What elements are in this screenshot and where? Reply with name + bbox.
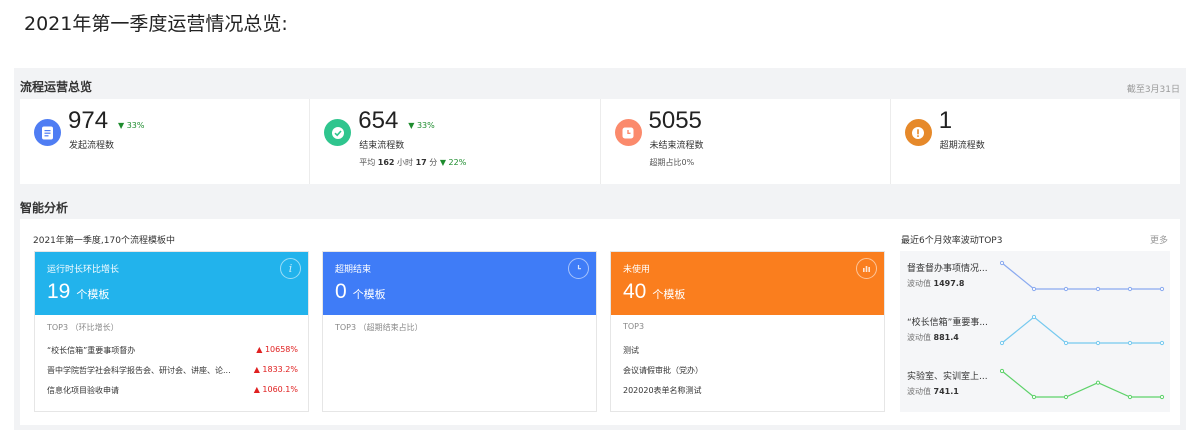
sparkline-point (1031, 394, 1037, 400)
overview-stats: 974 ▼ 33% 发起流程数 654 ▼ 33% 结束流程数 平均 162 小… (20, 99, 1180, 184)
sparkline-point (1127, 394, 1133, 400)
trend-item[interactable]: “校长信箱”重要事... 波动值 881.4 (900, 305, 1170, 357)
trend-wave-value: 波动值 881.4 (907, 333, 959, 342)
top3-title: 最近6个月效率波动TOP3 (901, 236, 1003, 246)
card-runtime-growth[interactable]: 运行时长环比增长 19 个模板 i TOP3 （环比增长） “校长信箱”重要事项督… (34, 251, 309, 412)
card-header: 超期结束 0 个模板 (323, 252, 596, 315)
card-title: 运行时长环比增长 (47, 265, 120, 275)
clock-icon (568, 258, 589, 279)
date-note: 截至3月31日 (1126, 85, 1180, 95)
list-item[interactable]: 信息化项目验收申请 ▲ 1060.1% (47, 385, 298, 396)
trend-wave-value: 波动值 1497.8 (907, 279, 965, 288)
sparkline-point (1159, 340, 1165, 346)
card-value: 40 个模板 (623, 280, 686, 303)
stat-change: ▼ 33% (408, 121, 435, 130)
alert-icon (904, 119, 932, 146)
card-header: 运行时长环比增长 19 个模板 i (35, 252, 308, 315)
trend-list: 督查督办事项情况... 波动值 1497.8 “校长信箱”重要事... 波动值 … (900, 251, 1170, 412)
sparkline-point (1095, 340, 1101, 346)
trend-name: “校长信箱”重要事... (907, 318, 988, 328)
trend-wave-value: 波动值 741.1 (907, 387, 959, 396)
analysis-subtitle: 2021年第一季度,170个流程模板中 (33, 236, 175, 246)
stat-label: 超期流程数 (939, 141, 985, 151)
list-item[interactable]: 会议请假审批（党办） (623, 365, 874, 376)
stat-change: ▼ 33% (118, 121, 145, 130)
stat-overdue[interactable]: 1 超期流程数 (891, 99, 1180, 184)
average-duration: 平均 162 小时 17 分 ▼ 22% (359, 158, 467, 167)
sparkline-point (1159, 394, 1165, 400)
sparkline-line (1001, 262, 1162, 290)
sparkline-point (1031, 314, 1037, 320)
dashboard-panel: 流程运营总览 截至3月31日 974 ▼ 33% 发起流程数 654 ▼ 33%… (14, 68, 1186, 430)
check-circle-icon (324, 119, 352, 146)
sparkline-point (1063, 394, 1069, 400)
sparkline-point (1000, 340, 1005, 346)
info-icon: i (280, 258, 301, 279)
sparkline-line (1001, 370, 1162, 398)
trend-name: 实验室、实训室上... (907, 372, 988, 382)
bar-chart-icon (856, 258, 877, 279)
stat-label: 结束流程数 (359, 141, 405, 151)
sparkline-point (1000, 368, 1005, 374)
sparkline-point (1159, 286, 1165, 292)
stat-value: 974 (68, 107, 109, 134)
stat-value: 1 (938, 107, 953, 134)
list-item[interactable]: 测试 (623, 345, 874, 356)
card-overdue-finished[interactable]: 超期结束 0 个模板 TOP3 （超期结束占比） (322, 251, 597, 412)
sparkline-line (1001, 316, 1162, 344)
list-item[interactable]: “校长信箱”重要事项督办 ▲ 10658% (47, 345, 298, 356)
sparkline-point (1127, 340, 1133, 346)
sparkline-point (1127, 286, 1133, 292)
trend-item[interactable]: 实验室、实训室上... 波动值 741.1 (900, 359, 1170, 411)
trend-item[interactable]: 督查督办事项情况... 波动值 1497.8 (900, 251, 1170, 303)
card-unused[interactable]: 未使用 40 个模板 TOP3 测试 会议请假审批（党办） 202020表单名称测… (610, 251, 885, 412)
card-value: 0 个模板 (335, 280, 386, 303)
sparkline-point (1031, 286, 1037, 292)
stat-started[interactable]: 974 ▼ 33% 发起流程数 (20, 99, 311, 184)
overview-section-title: 流程运营总览 (20, 80, 93, 94)
stat-finished[interactable]: 654 ▼ 33% 结束流程数 平均 162 小时 17 分 ▼ 22% (310, 99, 601, 184)
stat-value: 5055 (648, 107, 702, 134)
card-caption: TOP3 (623, 322, 645, 331)
list-item[interactable]: 202020表单名称测试 (623, 385, 874, 396)
stat-label: 未结束流程数 (649, 141, 704, 151)
card-header: 未使用 40 个模板 (611, 252, 884, 315)
sparkline (1000, 368, 1165, 400)
sparkline (1000, 260, 1165, 292)
sparkline (1000, 314, 1165, 346)
sparkline-point (1063, 286, 1069, 292)
more-link[interactable]: 更多 (1150, 233, 1168, 246)
analysis-box: 2021年第一季度,170个流程模板中 运行时长环比增长 19 个模板 i TOP… (20, 219, 1180, 425)
card-caption: TOP3 （超期结束占比） (335, 323, 423, 332)
sparkline-point (1063, 340, 1069, 346)
sparkline-point (1000, 260, 1005, 266)
sparkline-point (1095, 286, 1101, 292)
card-title: 超期结束 (335, 265, 372, 275)
card-title: 未使用 (623, 265, 651, 275)
document-icon (34, 119, 61, 146)
card-value: 19 个模板 (47, 280, 110, 303)
stat-value: 654 (358, 107, 399, 134)
analysis-section-title: 智能分析 (20, 201, 69, 215)
stat-unfinished[interactable]: 5055 未结束流程数 超期占比0% (601, 99, 891, 184)
sparkline-point (1095, 380, 1101, 385)
trend-name: 督查督办事项情况... (907, 264, 988, 274)
overdue-ratio: 超期占比0% (649, 158, 695, 167)
card-caption: TOP3 （环比增长） (47, 323, 119, 332)
list-item[interactable]: 晋中学院哲学社会科学报告会、研讨会、讲座、论... ▲ 1833.2% (47, 365, 298, 376)
clock-icon (614, 119, 642, 146)
page-title: 2021年第一季度运营情况总览: (24, 13, 288, 35)
stat-label: 发起流程数 (69, 141, 115, 151)
